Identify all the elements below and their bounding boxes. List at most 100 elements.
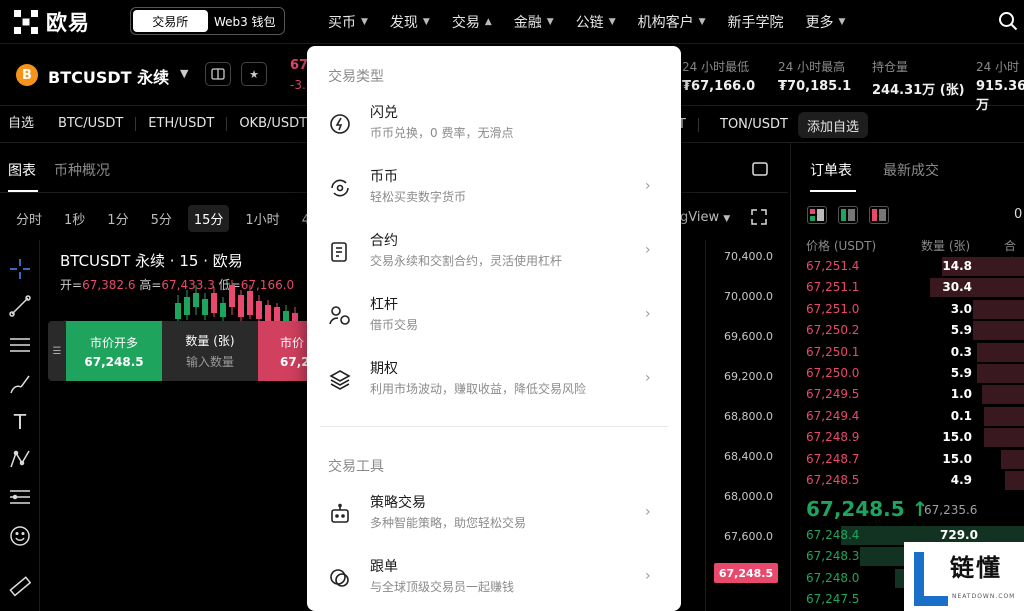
market-buy-price: 67,248.5 [84, 354, 144, 369]
menu-option-bot[interactable]: 策略交易 多种智能策略，助您轻松交易 › [307, 482, 681, 546]
mid-price: 67,248.5 ↑ [806, 497, 929, 521]
ruler-icon[interactable] [7, 573, 33, 599]
fib-icon[interactable] [7, 484, 33, 510]
trend-line-icon[interactable] [7, 293, 33, 319]
market-sell-button[interactable]: 市价 67,2 [258, 321, 308, 381]
ask-row[interactable]: 67,251.1 30.4 [790, 277, 1024, 298]
ask-row[interactable]: 67,250.1 0.3 [790, 342, 1024, 363]
mode-exchange-button[interactable]: 交易所 [133, 10, 208, 32]
interval-option[interactable]: 1分 [101, 205, 134, 232]
ohlc-open: 67,382.6 [82, 278, 136, 292]
menu-item[interactable]: 交易 ▲ [452, 12, 492, 32]
menu-item[interactable]: 金融 ▼ [514, 12, 554, 32]
menu-option-flash-swap[interactable]: 闪兑 币币兑换，0 费率，无滑点 [307, 92, 681, 156]
book-asks-icon[interactable] [869, 206, 889, 224]
book-bids-icon[interactable] [838, 206, 858, 224]
active-tab-indicator [8, 190, 38, 192]
copy-trade-icon [328, 566, 354, 592]
menu-item[interactable]: 公链 ▼ [576, 12, 616, 32]
pattern-icon[interactable] [7, 446, 33, 472]
menu-option-options[interactable]: 期权 利用市场波动，赚取收益，降低交易风险 › [307, 348, 681, 412]
interval-option[interactable]: 分时 [10, 205, 48, 232]
book-icon[interactable] [205, 62, 231, 86]
tab-overview[interactable]: 币种概况 [54, 160, 110, 180]
market-buy-button[interactable]: 市价开多 67,248.5 [66, 321, 162, 381]
add-favorite-button[interactable]: 添加自选 [798, 112, 869, 138]
menu-item[interactable]: 新手学院 [728, 12, 784, 32]
emoji-icon[interactable] [7, 523, 33, 549]
mode-web3-button[interactable]: Web3 钱包 [208, 10, 283, 32]
axis-tick-label: 70,000.0 [724, 290, 773, 303]
row-qty: 15.0 [942, 451, 972, 466]
menu-item-label: 新手学院 [727, 15, 784, 31]
chevron-down-icon[interactable]: ▼ [180, 67, 188, 80]
ask-row[interactable]: 67,250.2 5.9 [790, 320, 1024, 341]
interval-option[interactable]: 1秒 [58, 205, 91, 232]
menu-option-copy-trade[interactable]: 跟单 与全球顶级交易员一起赚钱 › [307, 546, 681, 610]
chevron-down-icon: ▼ [422, 17, 430, 27]
ask-row[interactable]: 67,249.5 1.0 [790, 384, 1024, 405]
menu-option-margin[interactable]: 杠杆 借币交易 › [307, 284, 681, 348]
row-price: 67,247.5 [806, 592, 860, 607]
axis-tick-label: 69,600.0 [724, 330, 773, 343]
fullscreen-icon[interactable] [751, 209, 767, 225]
favorite-item[interactable]: BTC/USDT [46, 117, 137, 131]
menu-option-contract[interactable]: 合约 交易永续和交割合约，灵活使用杠杆 › [307, 220, 681, 284]
menu-item[interactable]: 买币 ▼ [328, 12, 368, 32]
quantity-input[interactable]: 数量 (张) 输入数量 [162, 321, 258, 381]
menu-item[interactable]: 更多 ▼ [806, 12, 846, 32]
option-desc: 轻松买卖数字货币 [370, 190, 467, 204]
depth-bar [981, 385, 1024, 405]
chevron-down-icon: ▼ [361, 17, 368, 27]
stat-label: 24 小时 [976, 60, 1020, 74]
tab-latest-trades[interactable]: 最新成交 [883, 160, 939, 180]
row-price: 67,251.1 [806, 280, 860, 295]
menu-item-label: 发现 [389, 15, 418, 31]
window-icon[interactable] [752, 162, 768, 176]
ohlc-high-label: 高= [139, 278, 162, 292]
row-price: 67,250.1 [806, 344, 860, 359]
ask-row[interactable]: 67,251.0 3.0 [790, 299, 1024, 320]
depth-bar [1000, 449, 1024, 469]
drag-handle-icon[interactable]: ☰ [48, 321, 66, 381]
row-price: 67,250.2 [806, 323, 860, 338]
interval-option[interactable]: 15分 [187, 204, 230, 232]
favorite-item-ton[interactable]: TON/USDT [708, 118, 800, 132]
order-book-header: 价格 (USDT) 数量 (张) 合计 [806, 237, 1024, 270]
stat-label: 持仓量 [872, 60, 909, 74]
ask-row[interactable]: 67,250.0 5.9 [790, 363, 1024, 384]
row-price: 67,248.3 [806, 549, 860, 564]
crosshair-icon[interactable] [7, 256, 33, 282]
mode-switch[interactable]: 交易所 Web3 钱包 [130, 7, 285, 35]
tab-chart[interactable]: 图表 [8, 160, 36, 180]
book-both-icon[interactable] [807, 206, 827, 224]
chevron-down-icon: ▼ [608, 17, 616, 27]
text-tool-icon[interactable]: T [7, 409, 33, 435]
interval-option[interactable]: 5分 [145, 205, 178, 232]
ask-row[interactable]: 67,248.5 4.9 [790, 470, 1024, 491]
ask-row[interactable]: 67,249.4 0.1 [790, 406, 1024, 427]
star-icon[interactable]: ★ [241, 62, 267, 86]
search-icon[interactable] [998, 11, 1018, 31]
stat-item: 24 小时最低 ₮67,166.0 [682, 58, 778, 113]
chart-title: BTCUSDT 永续 · 15 · 欧易 [60, 252, 243, 270]
brush-icon[interactable] [7, 371, 33, 397]
menu-item[interactable]: 机构客户 ▼ [638, 12, 706, 32]
view-selector[interactable]: gView ▼ [680, 210, 730, 225]
book-precision[interactable]: 0 [1014, 207, 1022, 222]
horizontal-lines-icon[interactable] [7, 332, 33, 358]
menu-option-spot[interactable]: 币币 轻松买卖数字货币 › [307, 156, 681, 220]
menu-item[interactable]: 发现 ▼ [390, 12, 430, 32]
ask-row[interactable]: 67,251.4 14.8 [790, 256, 1024, 277]
ask-row[interactable]: 67,248.9 15.0 [790, 427, 1024, 448]
interval-selector: 分时1秒1分5分15分1小时4小 [0, 204, 329, 232]
brand-logo[interactable]: 欧易 [14, 9, 90, 35]
candles-visible [175, 280, 298, 325]
interval-option[interactable]: 1小时 [239, 205, 285, 232]
instrument-symbol[interactable]: BTCUSDT 永续 [48, 64, 169, 88]
tab-order-book[interactable]: 订单表 [810, 160, 852, 180]
ask-row[interactable]: 67,248.7 15.0 [790, 449, 1024, 470]
quantity-label: 数量 (张) [185, 334, 235, 348]
axis-tick-label: 70,400.0 [724, 250, 773, 263]
favorite-item[interactable]: ETH/USDT [136, 117, 228, 131]
